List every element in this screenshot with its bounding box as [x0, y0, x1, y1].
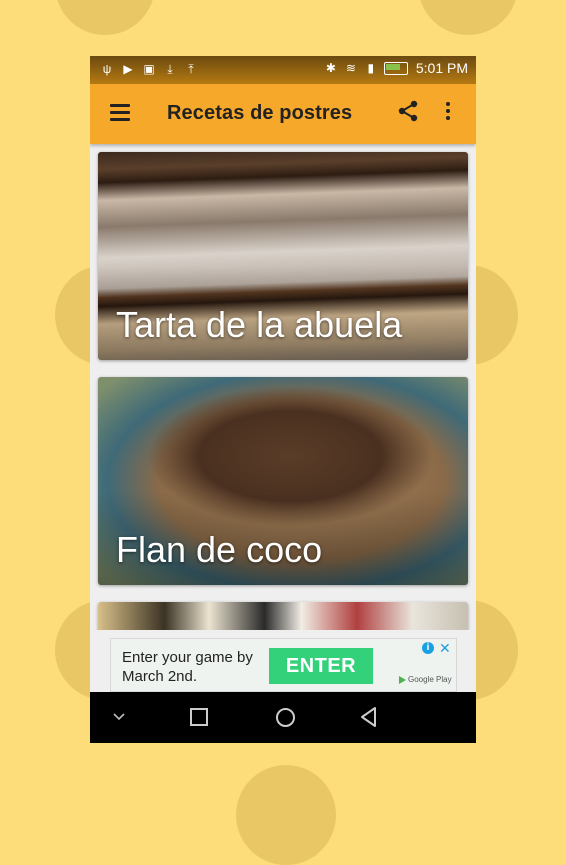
battery-charging-icon [383, 61, 408, 75]
google-play-icon [399, 675, 406, 684]
home-icon[interactable] [274, 706, 296, 728]
wifi-icon: ≋ [345, 61, 356, 75]
close-icon[interactable]: ✕ [439, 640, 451, 657]
ad-enter-button[interactable]: ENTER [269, 648, 373, 684]
page-title: Recetas de postres [167, 102, 353, 124]
more-vert-icon[interactable] [444, 102, 452, 122]
youtube-icon: ▶ [123, 62, 133, 76]
download-icon: ⤓ [167, 62, 173, 76]
chevron-down-icon[interactable] [113, 708, 135, 730]
recents-icon[interactable] [188, 706, 210, 728]
ad-info-icon[interactable]: i [422, 642, 434, 654]
sim-icon: ▮ [367, 61, 375, 75]
google-play-badge: Google Play [399, 675, 452, 684]
recipe-card[interactable]: Tarta de la abuela [98, 152, 468, 360]
app-bar: Recetas de postres [90, 84, 476, 144]
share-icon[interactable] [396, 99, 420, 123]
recipe-list: Tarta de la abuela Flan de coco [90, 144, 476, 630]
ad-text: Enter your game by March 2nd. [122, 649, 253, 685]
navigation-bar [90, 692, 476, 743]
back-icon[interactable] [359, 706, 381, 728]
bluetooth-icon: ✱ [325, 61, 336, 75]
status-time: 5:01 PM [415, 60, 468, 76]
recipe-card[interactable]: Flan de coco [98, 377, 468, 585]
status-notification-icons: ψ ▶ ▣ ⤓ ⤒ [100, 62, 198, 76]
upload-icon: ⤒ [188, 62, 194, 76]
bg-dot [236, 765, 336, 865]
recipe-card-label: Flan de coco [116, 529, 323, 570]
recipe-card[interactable] [98, 602, 468, 630]
recipe-card-label: Tarta de la abuela [116, 304, 403, 345]
status-system-icons: ✱ ≋ ▮ 5:01 PM [324, 61, 468, 75]
bg-dot [418, 0, 518, 35]
bg-dot [55, 0, 155, 35]
menu-icon[interactable] [110, 104, 130, 122]
ad-banner[interactable]: Enter your game by March 2nd. ENTER i ✕ … [110, 638, 457, 692]
status-bar: ψ ▶ ▣ ⤓ ⤒ ✱ ≋ ▮ 5:01 PM [90, 56, 476, 84]
google-play-label: Google Play [408, 675, 452, 684]
phone-screen: ψ ▶ ▣ ⤓ ⤒ ✱ ≋ ▮ 5:01 PM Recetas de postr… [90, 56, 476, 743]
image-icon: ▣ [143, 62, 155, 76]
usb-icon: ψ [102, 62, 112, 76]
